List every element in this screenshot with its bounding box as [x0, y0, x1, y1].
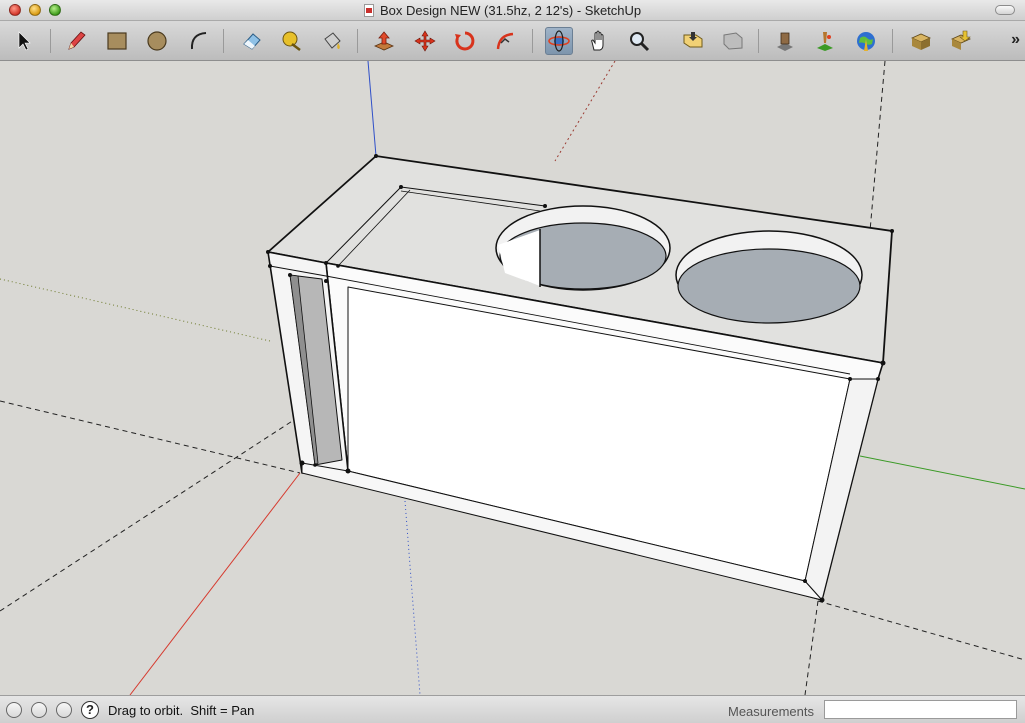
eraser-icon[interactable] — [238, 27, 266, 55]
zoom-window-button[interactable] — [49, 4, 61, 16]
status-bar: ? Drag to orbit. Shift = Pan Measurement… — [0, 695, 1025, 723]
help-button[interactable]: ? — [81, 701, 99, 719]
magnifier-icon[interactable] — [625, 27, 653, 55]
toolbar-separator — [223, 29, 224, 53]
status-hint: Drag to orbit. Shift = Pan — [108, 703, 255, 718]
previous-view-icon[interactable] — [719, 27, 747, 55]
minimize-window-button[interactable] — [29, 4, 41, 16]
title-bar: Box Design NEW (31.5hz, 2 12's) - Sketch… — [0, 0, 1025, 21]
google-earth-icon[interactable] — [852, 27, 880, 55]
orbit-icon[interactable] — [545, 27, 573, 55]
toolbar-separator — [532, 29, 533, 53]
toolbar-separator — [50, 29, 51, 53]
toolbar-separator — [758, 29, 759, 53]
hand-icon[interactable] — [585, 27, 613, 55]
model-viewport[interactable] — [0, 61, 1025, 695]
share-component-icon[interactable] — [907, 27, 935, 55]
arrow-cursor-icon[interactable] — [10, 27, 38, 55]
place-model-icon[interactable] — [811, 27, 839, 55]
toolbar-separator — [357, 29, 358, 53]
geo-location-icon[interactable] — [6, 702, 22, 718]
get-components-icon[interactable] — [947, 27, 975, 55]
zoom-extents-icon[interactable] — [679, 27, 707, 55]
circle-icon[interactable] — [143, 27, 171, 55]
window-title: Box Design NEW (31.5hz, 2 12's) - Sketch… — [380, 3, 642, 18]
measurements-input[interactable] — [824, 700, 1017, 719]
close-window-button[interactable] — [9, 4, 21, 16]
toolbar-overflow-button[interactable]: » — [1011, 31, 1020, 49]
main-toolbar: » — [0, 21, 1025, 61]
tape-measure-icon[interactable] — [278, 27, 306, 55]
woofer-hole-right — [677, 248, 861, 324]
credits-icon[interactable] — [31, 702, 47, 718]
arc-icon[interactable] — [184, 27, 212, 55]
pencil-icon[interactable] — [62, 27, 90, 55]
move-icon[interactable] — [411, 27, 439, 55]
document-proxy-icon[interactable] — [364, 4, 374, 17]
follow-me-icon[interactable] — [491, 27, 519, 55]
subwoofer-box-model[interactable] — [266, 154, 894, 603]
toolbar-toggle-button[interactable] — [995, 5, 1015, 15]
rectangle-icon[interactable] — [103, 27, 131, 55]
toolbar-separator — [892, 29, 893, 53]
measurements-label: Measurements — [728, 704, 814, 719]
user-icon[interactable] — [56, 702, 72, 718]
paint-bucket-icon[interactable] — [318, 27, 346, 55]
rotate-icon[interactable] — [451, 27, 479, 55]
get-models-icon[interactable] — [771, 27, 799, 55]
push-pull-icon[interactable] — [370, 27, 398, 55]
model-canvas[interactable] — [0, 61, 1025, 695]
